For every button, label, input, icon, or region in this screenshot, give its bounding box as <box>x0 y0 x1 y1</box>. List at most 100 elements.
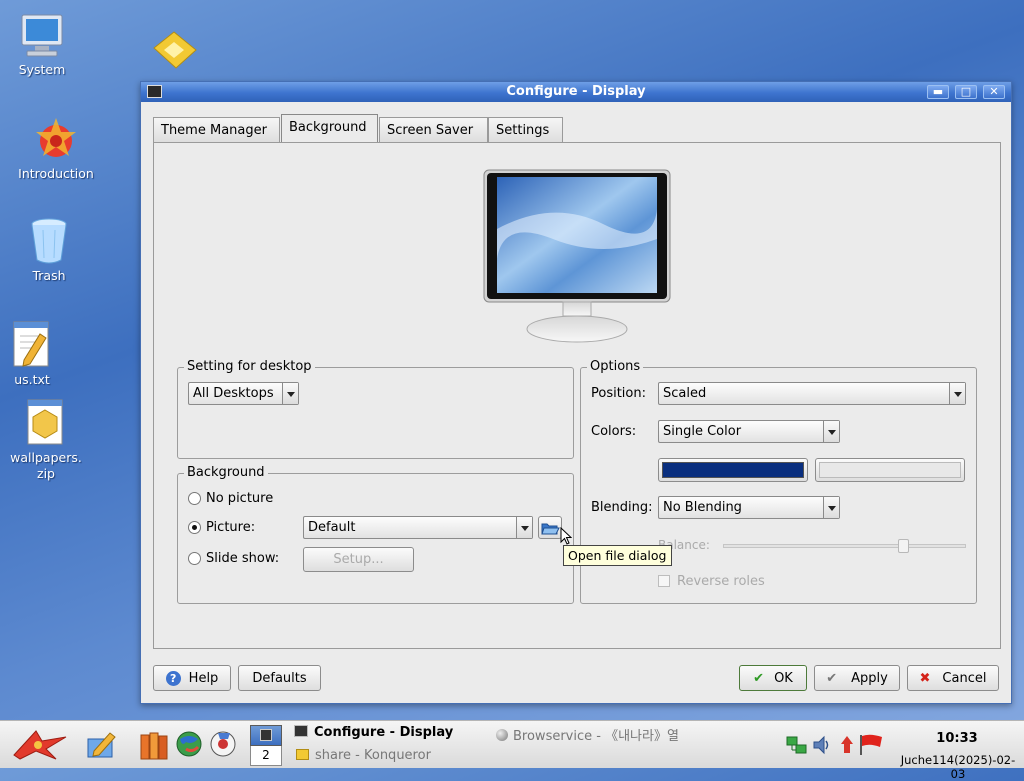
desktop-icon-trash[interactable]: Trash <box>9 216 89 284</box>
desktop-icon-label: System <box>18 62 66 77</box>
setting-for-desktop-group: Setting for desktop All Desktops <box>177 359 574 459</box>
cancel-label: Cancel <box>942 671 987 686</box>
network-icon[interactable] <box>786 734 808 756</box>
secondary-color-button[interactable] <box>815 458 965 482</box>
setup-button[interactable]: Setup... <box>303 547 414 572</box>
chevron-down-icon <box>823 421 839 442</box>
configure-display-icon <box>294 725 308 737</box>
task-browservice[interactable]: Browservice - 《내나라》열 <box>496 725 696 745</box>
cancel-button[interactable]: ✖ Cancel <box>907 665 999 691</box>
blending-label: Blending: <box>591 500 653 515</box>
open-folder-icon <box>541 523 560 535</box>
cancel-icon: ✖ <box>919 671 931 686</box>
text-file-icon <box>13 321 49 367</box>
chevron-down-icon <box>823 497 839 518</box>
input-method-icon[interactable] <box>838 734 856 756</box>
ok-button[interactable]: ✔ OK <box>739 665 807 691</box>
pager-desktop-2[interactable]: 2 <box>250 746 282 766</box>
options-group-title: Options <box>587 359 644 374</box>
checkmark-icon: ✔ <box>826 671 838 686</box>
no-picture-radio[interactable] <box>188 492 201 505</box>
introduction-icon <box>36 118 76 157</box>
tab-theme-manager[interactable]: Theme Manager <box>153 117 280 142</box>
picture-select[interactable]: Default <box>303 516 533 539</box>
computer-icon <box>21 14 63 57</box>
tab-settings[interactable]: Settings <box>488 117 563 142</box>
open-file-dialog-button[interactable] <box>538 516 562 539</box>
desktop-select[interactable]: All Desktops <box>188 382 299 405</box>
chevron-down-icon <box>949 383 965 404</box>
pager-desktop-1[interactable] <box>250 725 282 746</box>
position-select[interactable]: Scaled <box>658 382 966 405</box>
media-player-icon[interactable] <box>208 729 238 759</box>
task-konqueror[interactable]: share - Konqueror <box>296 748 486 768</box>
primary-color-swatch <box>662 462 804 478</box>
no-picture-label: No picture <box>206 491 274 506</box>
position-label: Position: <box>591 386 646 401</box>
desktop-icon-wallpapers-zip[interactable]: wallpapers.zip <box>6 398 86 482</box>
close-button[interactable]: ✕ <box>983 85 1005 99</box>
background-tab-panel: Setting for desktop All Desktops Backgro… <box>153 142 1001 649</box>
help-label: Help <box>188 671 219 686</box>
colors-select-value: Single Color <box>663 424 742 439</box>
volume-icon[interactable] <box>812 734 832 756</box>
open-file-dialog-tooltip: Open file dialog <box>563 545 672 566</box>
window-title: Configure - Display <box>506 84 646 99</box>
reverse-roles-label: Reverse roles <box>677 574 765 589</box>
clock-date: Juche114(2025)-02-03 <box>900 753 1016 781</box>
monitor-preview <box>483 169 671 343</box>
task-label: Configure - Display <box>314 725 454 740</box>
minimize-button[interactable]: ▬ <box>927 85 949 99</box>
desktop-icon-label: us.txt <box>14 372 50 387</box>
help-icon: ? <box>165 671 181 686</box>
folder-icon[interactable] <box>150 26 200 80</box>
desktop-icon-us-txt[interactable]: us.txt <box>0 320 72 388</box>
start-menu-icon[interactable] <box>8 727 70 761</box>
desktop-icon-introduction[interactable]: Introduction <box>16 114 96 182</box>
blending-select-value: No Blending <box>663 500 742 515</box>
position-select-value: Scaled <box>663 386 707 401</box>
picture-label: Picture: <box>206 520 256 535</box>
slide-show-radio[interactable] <box>188 552 201 565</box>
task-label: share - Konqueror <box>315 748 431 763</box>
maximize-button[interactable]: □ <box>955 85 977 99</box>
desktop-icon-label: wallpapers.zip <box>10 450 82 481</box>
blending-select[interactable]: No Blending <box>658 496 840 519</box>
taskbar: 2 Configure - Display Browservice - 《내나라… <box>0 720 1024 781</box>
mouse-cursor-icon <box>560 527 572 545</box>
slide-show-label: Slide show: <box>206 551 280 566</box>
picture-radio[interactable] <box>188 521 201 534</box>
apply-label: Apply <box>851 671 888 686</box>
flag-icon[interactable] <box>858 733 884 757</box>
background-group: Background No picture Picture: Default S… <box>177 465 574 604</box>
reverse-roles-checkbox[interactable] <box>658 575 670 587</box>
title-bar[interactable]: Configure - Display ▬ □ ✕ <box>141 82 1011 102</box>
desktop-icon-system[interactable]: System <box>2 12 82 78</box>
tab-screen-saver[interactable]: Screen Saver <box>379 117 488 142</box>
apply-button[interactable]: ✔ Apply <box>814 665 900 691</box>
chevron-down-icon <box>282 383 298 404</box>
balance-slider-handle[interactable] <box>898 539 909 553</box>
chevron-down-icon <box>516 517 532 538</box>
help-button[interactable]: ? Help <box>153 665 231 691</box>
task-configure-display[interactable]: Configure - Display <box>294 725 484 745</box>
picture-select-value: Default <box>308 520 356 535</box>
tab-background[interactable]: Background <box>281 114 378 142</box>
checkmark-icon: ✔ <box>753 671 765 686</box>
trash-icon <box>31 218 67 264</box>
books-icon[interactable] <box>138 729 170 761</box>
desktop-pager: 2 <box>250 725 282 767</box>
background-group-title: Background <box>184 465 268 480</box>
defaults-button[interactable]: Defaults <box>238 665 321 691</box>
ok-label: OK <box>774 671 793 686</box>
options-group: Options Position: Scaled Colors: Single … <box>580 359 977 604</box>
balance-slider[interactable] <box>723 539 966 553</box>
secondary-color-swatch <box>819 462 961 478</box>
clock-time[interactable]: 10:33 <box>922 731 992 746</box>
edit-tool-icon[interactable] <box>84 729 118 761</box>
desktop-select-value: All Desktops <box>193 386 274 401</box>
colors-select[interactable]: Single Color <box>658 420 840 443</box>
folder-task-icon <box>296 749 309 760</box>
primary-color-button[interactable] <box>658 458 808 482</box>
browser-globe-icon[interactable] <box>174 729 204 759</box>
